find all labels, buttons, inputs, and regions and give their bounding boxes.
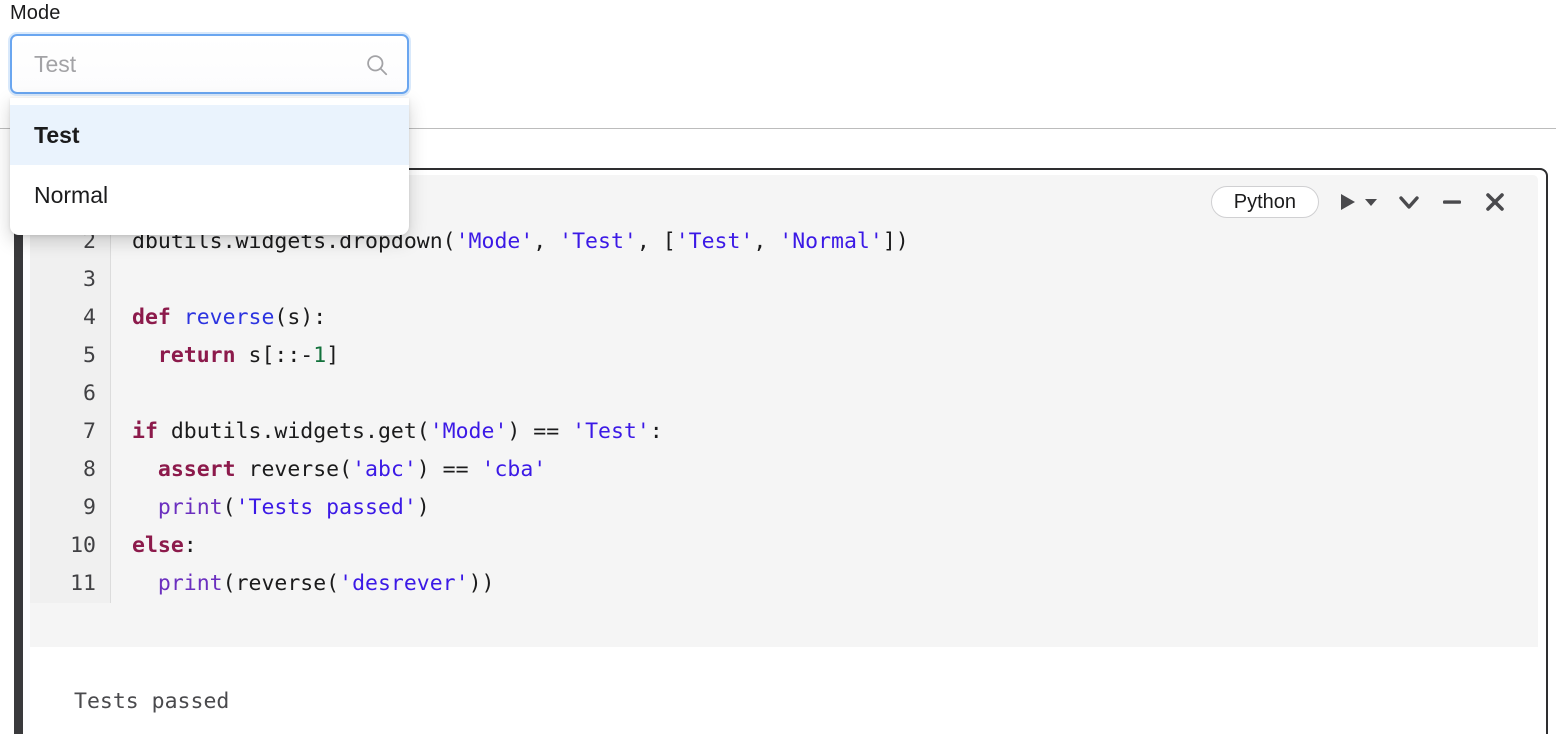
code-line-text[interactable]: else:: [111, 527, 197, 565]
code-token: ]): [882, 229, 909, 254]
cell-focus-indicator: [14, 168, 23, 734]
code-token: s[::-: [235, 343, 314, 368]
code-line-text[interactable]: [111, 375, 132, 413]
code-line-text[interactable]: return s[::-1]: [111, 337, 339, 375]
code-token: 'Test': [675, 229, 754, 254]
code-token: , [: [636, 229, 676, 254]
code-token: reverse: [183, 305, 275, 330]
minimize-icon[interactable]: [1439, 189, 1465, 215]
code-token: :: [649, 419, 663, 444]
code-token: 'Test': [572, 419, 650, 444]
code-line-text[interactable]: print('Tests passed'): [111, 489, 430, 527]
code-line-text[interactable]: print(reverse('desrever')): [111, 565, 495, 603]
code-token: print: [157, 495, 223, 520]
code-token: 'Normal': [779, 229, 883, 254]
cell-toolbar-actions: Python: [1210, 175, 1508, 228]
code-token: 1: [313, 343, 327, 368]
code-line-text[interactable]: assert reverse('abc') == 'cba': [111, 451, 546, 489]
widget-label-mode: Mode: [10, 2, 61, 24]
mode-combobox[interactable]: [10, 34, 409, 94]
cell-body: Python 2 dbutils.widgets.dropdown('Mode'…: [23, 168, 1548, 734]
line-number: 7: [30, 413, 111, 451]
code-token: reverse(: [235, 457, 353, 482]
code-token: (reverse(: [222, 571, 340, 596]
search-icon: [365, 53, 389, 77]
code-token: assert: [157, 457, 236, 482]
code-line-text[interactable]: if dbutils.widgets.get('Mode') == 'Test'…: [111, 413, 663, 451]
code-line: 6: [30, 375, 1538, 413]
close-icon[interactable]: [1482, 189, 1508, 215]
code-line: 5 return s[::-1]: [30, 337, 1538, 375]
code-token: (: [222, 495, 236, 520]
code-token: 'Mode': [455, 229, 534, 254]
code-token: 'cba': [481, 457, 547, 482]
code-line-text[interactable]: def reverse(s):: [111, 299, 326, 337]
code-token: (s):: [274, 305, 327, 330]
language-badge[interactable]: Python: [1210, 185, 1319, 218]
line-number: 3: [30, 261, 111, 299]
dropdown-option-test[interactable]: Test: [10, 105, 409, 165]
mode-search-input[interactable]: [34, 36, 354, 92]
cell-output-area: Tests passed: [30, 647, 1538, 734]
code-token: 'desrever': [339, 571, 469, 596]
cell-output-text: Tests passed: [74, 689, 230, 714]
code-token: if: [132, 419, 158, 444]
code-token: def: [132, 305, 171, 330]
line-number: 10: [30, 527, 111, 565]
line-number: 11: [30, 565, 111, 603]
line-number: 6: [30, 375, 111, 413]
line-number: 9: [30, 489, 111, 527]
code-line: 11 print(reverse('desrever')): [30, 565, 1538, 603]
line-number: 5: [30, 337, 111, 375]
notebook-cell: Python 2 dbutils.widgets.dropdown('Mode'…: [14, 168, 1548, 734]
code-editor[interactable]: 2 dbutils.widgets.dropdown('Mode', 'Test'…: [30, 223, 1538, 647]
code-token: 'abc': [352, 457, 417, 482]
code-token: return: [157, 343, 236, 368]
code-line: 9 print('Tests passed'): [30, 489, 1538, 527]
code-line: 10 else:: [30, 527, 1538, 565]
line-number: 4: [30, 299, 111, 337]
collapse-chevron-icon[interactable]: [1396, 189, 1422, 215]
code-token: ,: [753, 229, 780, 254]
code-token: 'Tests passed': [235, 495, 417, 520]
dropdown-option-normal[interactable]: Normal: [10, 165, 409, 225]
code-token: ,: [533, 229, 560, 254]
code-token: )): [468, 571, 495, 596]
code-token: ) ==: [416, 457, 482, 482]
code-token: dbutils.widgets.get(: [157, 419, 430, 444]
code-token: :: [183, 533, 197, 558]
run-icon[interactable]: [1336, 191, 1358, 213]
code-token: 'Test': [559, 229, 637, 254]
code-token: ]: [326, 343, 340, 368]
run-dropdown-caret-icon[interactable]: [1363, 194, 1379, 210]
code-line: 3: [30, 261, 1538, 299]
code-token: print: [157, 571, 223, 596]
mode-dropdown-panel[interactable]: Test Normal: [10, 98, 409, 235]
code-line-text[interactable]: [111, 261, 132, 299]
code-token: ): [416, 495, 430, 520]
code-line: 7 if dbutils.widgets.get('Mode') == 'Test…: [30, 413, 1538, 451]
code-token: ) ==: [507, 419, 573, 444]
code-line: 4 def reverse(s):: [30, 299, 1538, 337]
code-token: 'Mode': [429, 419, 508, 444]
code-line: 8 assert reverse('abc') == 'cba': [30, 451, 1538, 489]
code-token: else: [132, 533, 184, 558]
line-number: 8: [30, 451, 111, 489]
